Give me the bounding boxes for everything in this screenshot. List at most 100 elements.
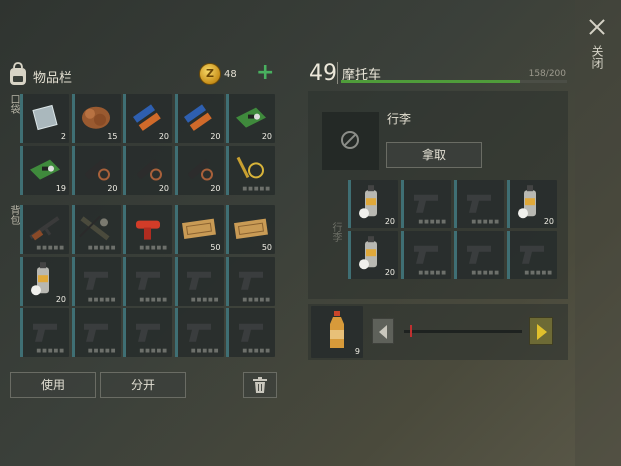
pocket-slot[interactable]: 20 xyxy=(174,146,224,195)
use-button[interactable]: 使用 xyxy=(10,372,96,398)
take-button[interactable]: 拿取 xyxy=(386,142,482,168)
condition-dots: ■■■■■ xyxy=(242,186,271,192)
backpack-slot[interactable]: ■■■■■ xyxy=(123,205,172,254)
spray-can-icon xyxy=(518,185,536,219)
spray-can-icon xyxy=(30,262,49,296)
item-count: 20 xyxy=(384,217,395,226)
luggage-slot[interactable]: ■■■■■ xyxy=(454,180,504,228)
pistol-icon xyxy=(467,194,491,213)
pocket-slot[interactable]: 20 xyxy=(123,146,172,195)
split-button[interactable]: 分开 xyxy=(100,372,186,398)
slot-indicator xyxy=(401,231,404,279)
backpack-slot[interactable]: ■■■■■ xyxy=(20,308,69,357)
flashlight-parts-icon xyxy=(85,159,110,180)
flare-gun-icon xyxy=(135,220,160,240)
pistol-icon xyxy=(414,194,438,213)
decrease-arrow-button[interactable] xyxy=(372,318,394,344)
pocket-slot[interactable]: ■■■■■ xyxy=(226,146,275,195)
item-count: 20 xyxy=(107,184,118,193)
pocket-slot[interactable]: 2 xyxy=(20,94,69,143)
trash-button[interactable] xyxy=(243,372,277,398)
luggage-slot[interactable]: ■■■■■ xyxy=(401,180,451,228)
close-label[interactable]: 关闭 xyxy=(590,45,604,69)
slot-indicator xyxy=(123,205,126,254)
condition-dots: ■■■■■ xyxy=(242,296,271,303)
luggage-slot[interactable]: 20 xyxy=(507,180,557,228)
luggage-slot[interactable]: ■■■■■ xyxy=(401,231,451,279)
luggage-slot[interactable]: ■■■■■ xyxy=(507,231,557,279)
flashlight-parts-icon xyxy=(188,159,213,180)
backpack-slot[interactable]: ■■■■■ xyxy=(20,205,69,254)
pocket-slot[interactable]: 20 xyxy=(123,94,172,143)
luggage-slot[interactable]: 20 xyxy=(348,231,398,279)
capacity-fill xyxy=(341,80,520,83)
crossbow-icon xyxy=(79,215,110,240)
backpack-slot[interactable]: 50 xyxy=(226,205,275,254)
slot-indicator xyxy=(226,146,229,195)
pistol-icon xyxy=(187,271,211,290)
slot-indicator xyxy=(348,180,351,228)
condition-dots: ■■■■■ xyxy=(36,245,65,251)
metal-sheet-icon xyxy=(31,104,58,130)
transfer-item-slot[interactable]: 9 xyxy=(311,306,363,358)
pistol-icon xyxy=(135,323,160,342)
pistol-icon xyxy=(520,245,544,264)
backpack-slot[interactable]: 50 xyxy=(174,205,224,254)
close-icon[interactable] xyxy=(588,18,606,36)
coin-icon: Z xyxy=(199,63,221,85)
luggage-slot[interactable]: ■■■■■ xyxy=(454,231,504,279)
slot-indicator xyxy=(226,205,229,254)
transfer-count: 9 xyxy=(354,347,360,356)
slot-indicator xyxy=(71,205,75,254)
backpack-slot[interactable]: ■■■■■ xyxy=(226,308,275,357)
luggage-slot[interactable]: 20 xyxy=(348,180,398,228)
slot-indicator xyxy=(174,205,178,254)
right-strip xyxy=(575,0,621,466)
item-count: 20 xyxy=(384,268,395,277)
slot-indicator xyxy=(226,256,229,306)
pocket-slot[interactable]: 20 xyxy=(174,94,224,143)
condition-dots: ■■■■■ xyxy=(87,296,117,303)
slot-indicator xyxy=(71,256,75,306)
item-count: 2 xyxy=(60,132,66,141)
pistol-icon xyxy=(32,323,57,342)
pocket-slot[interactable]: 20 xyxy=(226,94,275,143)
coin-count: 48 xyxy=(224,69,237,80)
backpack-slot[interactable]: ■■■■■ xyxy=(174,308,224,357)
condition-dots: ■■■■■ xyxy=(36,348,65,354)
pocket-slot[interactable]: 15 xyxy=(71,94,121,143)
plus-icon[interactable]: + xyxy=(256,62,274,84)
condition-dots: ■■■■■ xyxy=(471,270,500,276)
quantity-slider[interactable] xyxy=(404,330,522,333)
slot-indicator xyxy=(123,94,126,143)
pocket-slot[interactable]: 19 xyxy=(20,146,69,195)
backpack-slot[interactable]: ■■■■■ xyxy=(71,256,121,306)
condition-dots: ■■■■■ xyxy=(471,219,500,225)
condition-dots: ■■■■■ xyxy=(139,348,168,354)
increase-arrow-button[interactable] xyxy=(529,317,553,345)
condition-dots: ■■■■■ xyxy=(242,348,271,354)
backpack-slot[interactable]: ■■■■■ xyxy=(123,308,172,357)
slider-handle[interactable] xyxy=(410,325,412,337)
item-count: 20 xyxy=(158,132,169,141)
backpack-slot[interactable]: ■■■■■ xyxy=(123,256,172,306)
backpack-slot[interactable]: ■■■■■ xyxy=(71,308,121,357)
divider xyxy=(337,62,338,84)
meat-chunk-icon xyxy=(82,106,110,129)
pistol-icon xyxy=(84,323,108,342)
backpack-slot[interactable]: ■■■■■ xyxy=(174,256,224,306)
pocket-slot[interactable]: 20 xyxy=(71,146,121,195)
slot-indicator xyxy=(174,308,178,357)
slot-indicator xyxy=(401,180,404,228)
slot-indicator xyxy=(226,94,229,143)
backpack-slot[interactable]: 20 xyxy=(20,256,69,306)
slot-indicator xyxy=(123,256,126,306)
slot-indicator xyxy=(123,146,126,195)
condition-dots: ■■■■■ xyxy=(418,219,447,225)
ticket-icon xyxy=(233,218,268,239)
slot-indicator xyxy=(507,180,510,228)
backpack-slot[interactable]: ■■■■■ xyxy=(226,256,275,306)
pistol-icon xyxy=(238,271,263,290)
backpack-slot[interactable]: ■■■■■ xyxy=(71,205,121,254)
flashlight-parts-icon xyxy=(136,159,162,180)
